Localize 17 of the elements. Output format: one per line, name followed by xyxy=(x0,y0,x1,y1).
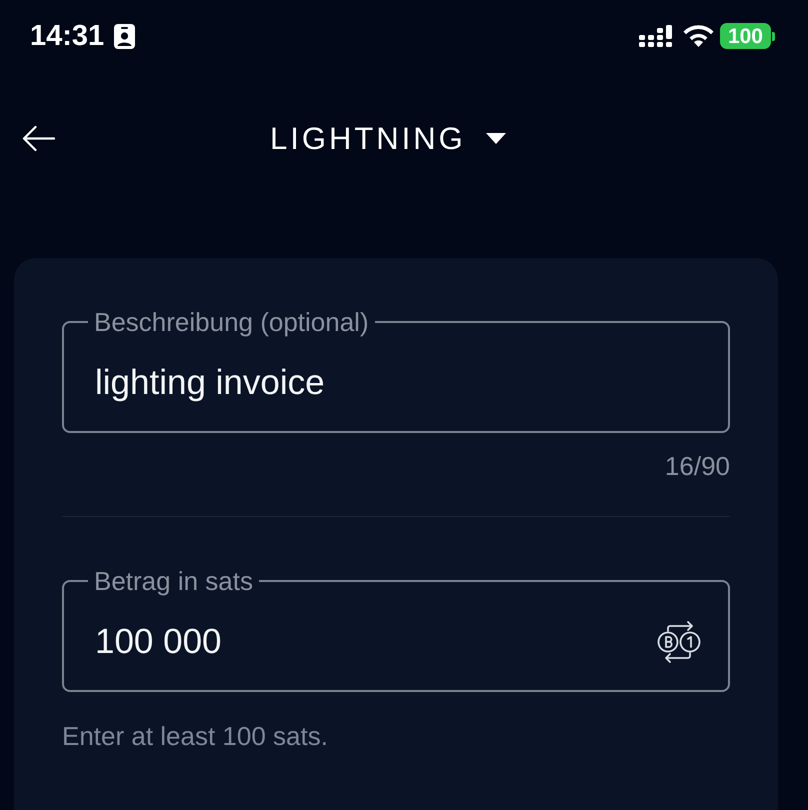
wifi-icon xyxy=(682,25,714,47)
field-value: lighting invoice xyxy=(95,364,325,402)
back-icon[interactable] xyxy=(22,124,55,152)
helper-text: Enter at least 100 sats. xyxy=(62,723,328,749)
amount-field[interactable]: Betrag in sats 100 000 xyxy=(62,568,730,692)
character-counter: 16/90 xyxy=(664,453,730,479)
signal-icon xyxy=(638,25,673,47)
description-field[interactable]: Beschreibung (optional) lighting invoice xyxy=(62,309,730,433)
field-value: 100 000 xyxy=(95,622,222,662)
field-label: Betrag in sats xyxy=(93,568,254,594)
status-time: 14:31 xyxy=(30,22,104,50)
caret-icon xyxy=(486,132,506,144)
id-badge-icon xyxy=(114,24,136,48)
battery-percentage: 100 xyxy=(728,26,763,46)
coins-swap-icon[interactable] xyxy=(656,619,702,665)
network-dropdown[interactable]: LIGHTNING xyxy=(270,122,506,154)
field-label: Beschreibung (optional) xyxy=(93,309,370,335)
